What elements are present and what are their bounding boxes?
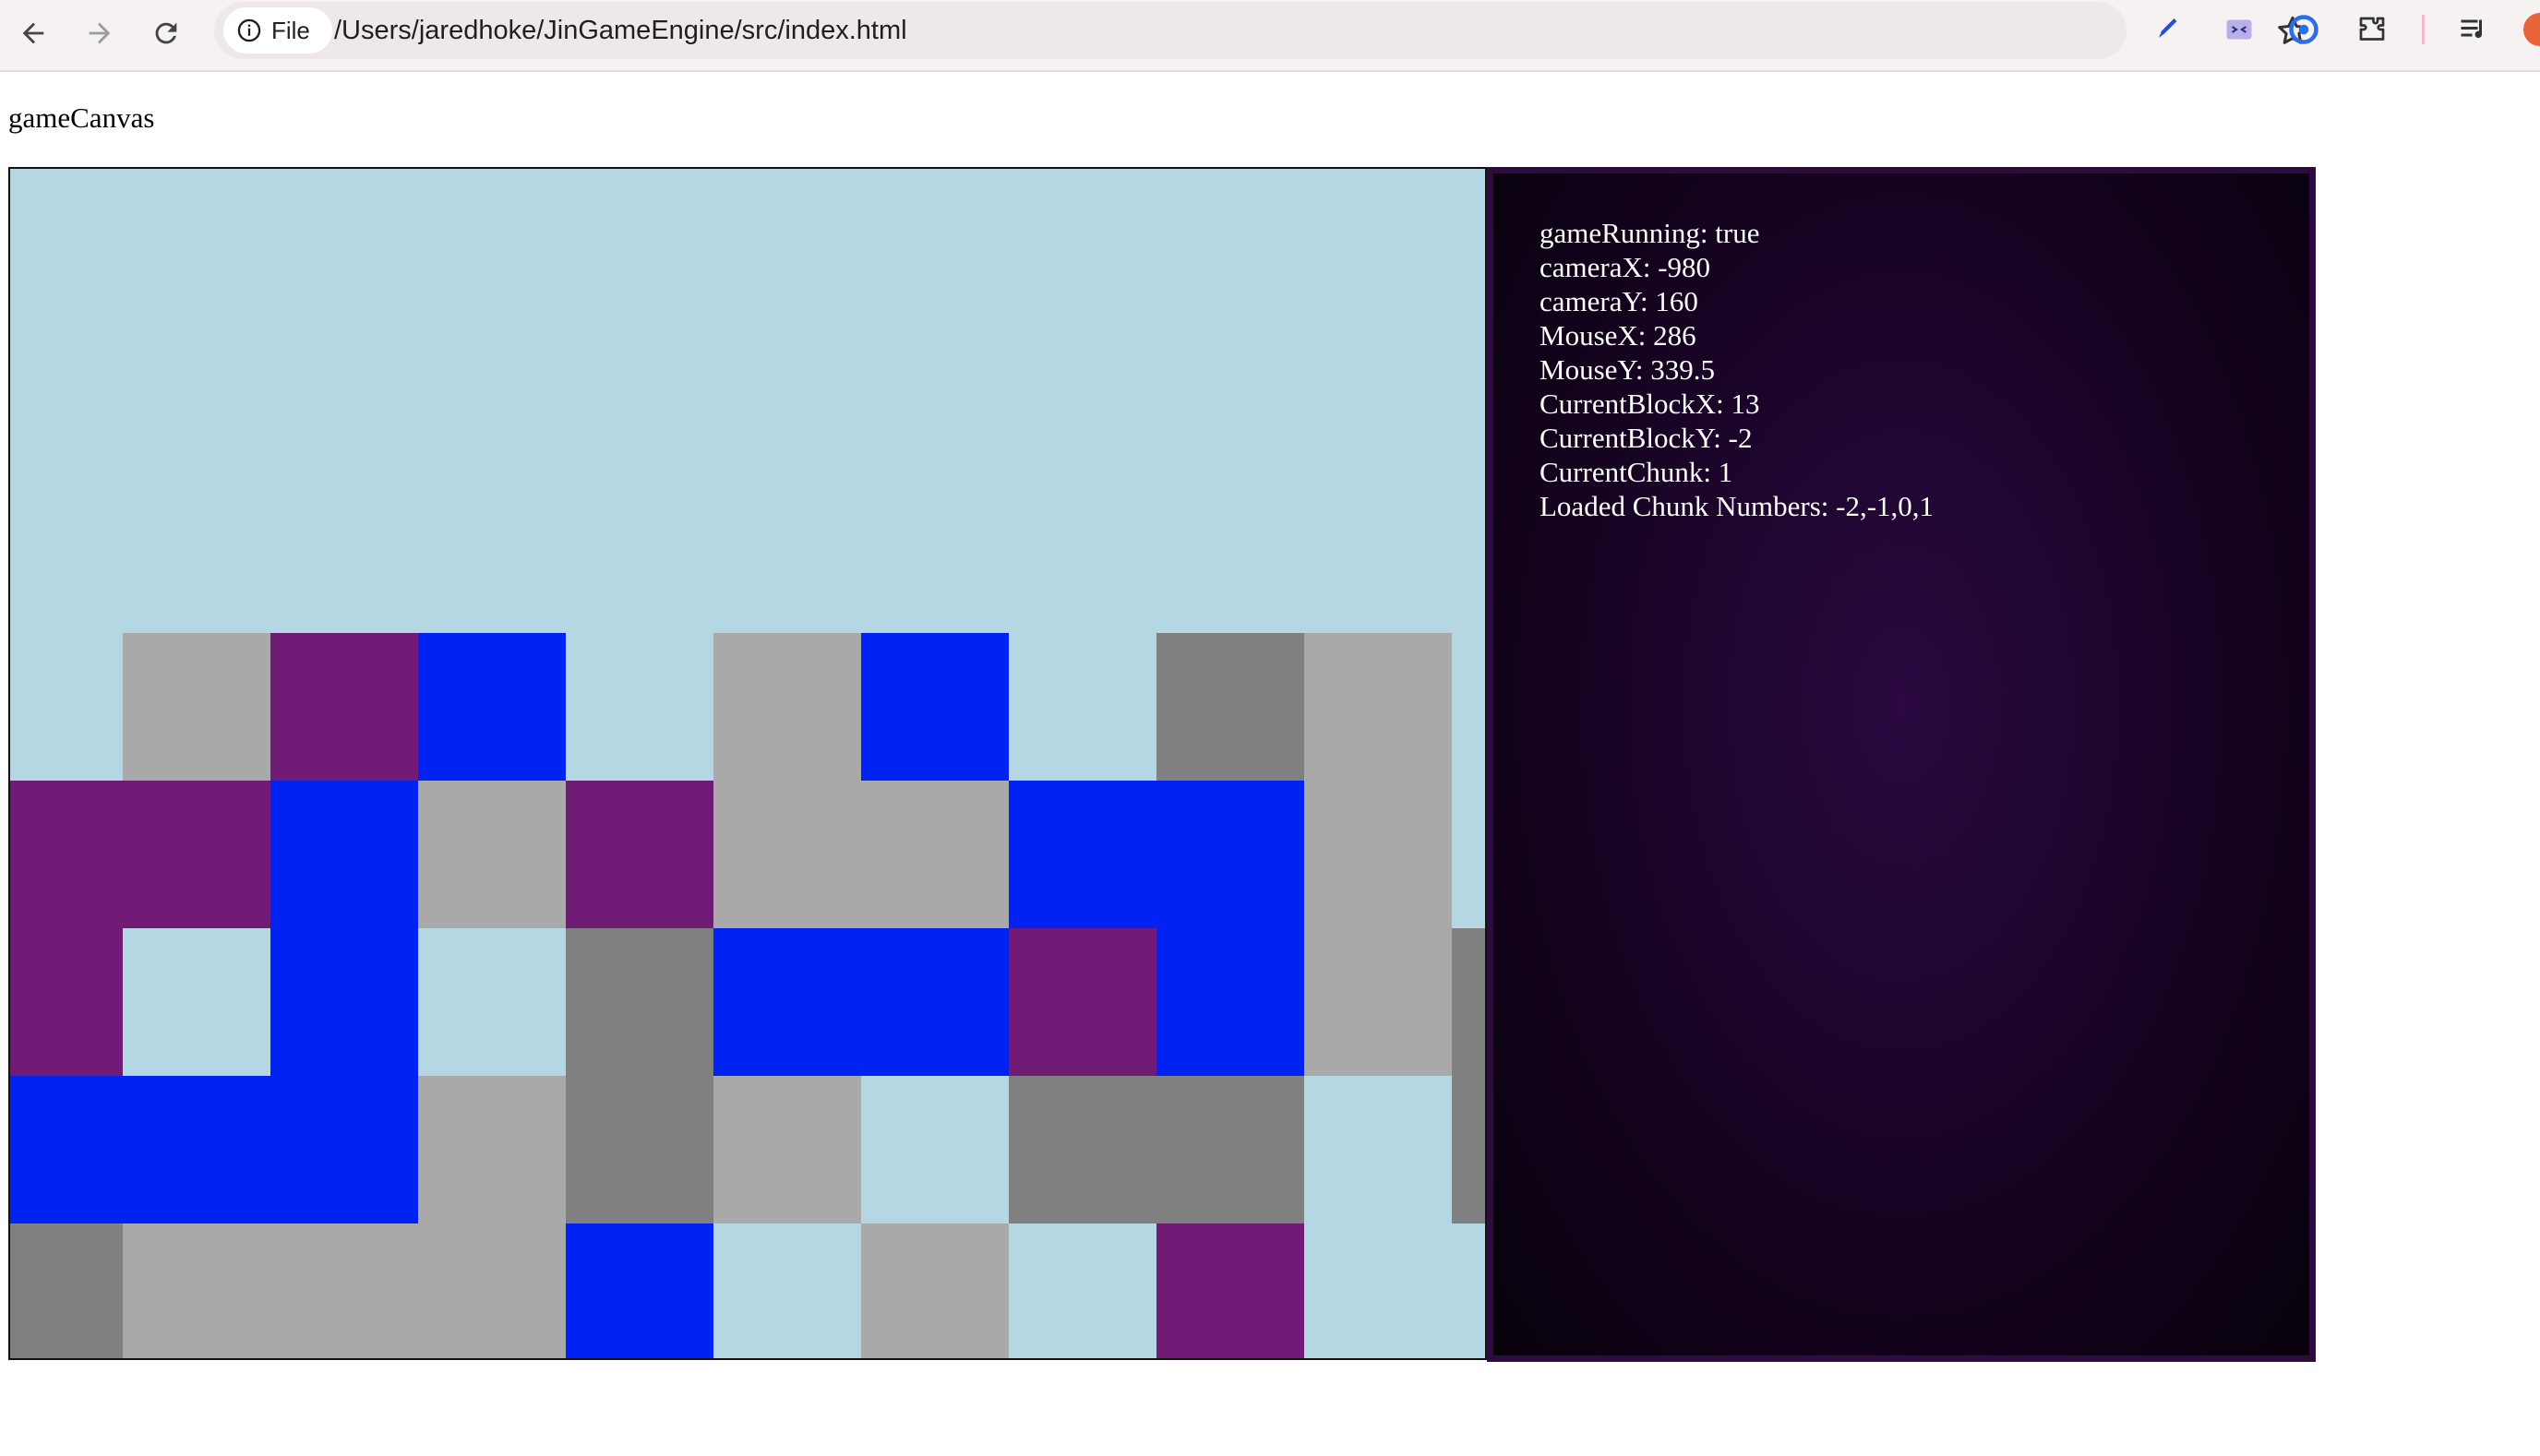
tile-dark-gray <box>566 1076 713 1223</box>
tile-light-gray <box>123 633 270 781</box>
debug-line: CurrentChunk: 1 <box>1540 456 1733 488</box>
tile-light-gray <box>1304 928 1452 1076</box>
tile-purple <box>10 928 123 1076</box>
copilot-extension-icon[interactable] <box>2283 9 2324 50</box>
debug-line: MouseX: 286 <box>1540 319 1696 352</box>
tile-blue <box>123 1076 270 1223</box>
reload-icon <box>155 22 177 44</box>
tile-light-gray <box>713 1076 861 1223</box>
debug-line: cameraX: -980 <box>1540 251 1711 283</box>
tile-light-gray <box>418 1076 566 1223</box>
debug-panel: gameRunning: true cameraX: -980 cameraY: 1… <box>1487 167 2316 1362</box>
tile-purple <box>10 781 123 928</box>
tile-blue <box>861 928 1009 1076</box>
tile-light-gray <box>418 781 566 928</box>
tile-blue <box>1009 781 1156 928</box>
tile-light-gray <box>1304 633 1452 781</box>
tile-blue <box>418 633 566 781</box>
address-bar[interactable]: File /Users/jaredhoke/JinGameEngine/src/… <box>214 2 2307 59</box>
debug-line: MouseY: 339.5 <box>1540 353 1716 386</box>
tile-dark-gray <box>566 928 713 1076</box>
canvas-label: gameCanvas <box>8 101 155 134</box>
tile-light-gray <box>861 1223 1009 1358</box>
back-arrow-icon <box>22 22 44 44</box>
extensions-puzzle-icon[interactable] <box>2352 9 2392 50</box>
tile-light-gray <box>713 633 861 781</box>
tile-blue <box>270 928 418 1076</box>
back-button[interactable] <box>7 7 59 59</box>
tile-purple <box>566 781 713 928</box>
tile-blue <box>1156 781 1304 928</box>
tile-dark-gray <box>1452 1076 1485 1223</box>
tile-blue <box>10 1076 123 1223</box>
tile-blue <box>713 928 861 1076</box>
tile-blue <box>270 781 418 928</box>
tile-blue <box>270 1076 418 1223</box>
tile-dark-gray <box>1156 1076 1304 1223</box>
tile-light-gray <box>418 1223 566 1358</box>
pen-extension-icon[interactable] <box>2147 9 2187 50</box>
forward-arrow-icon <box>89 22 111 44</box>
info-icon <box>237 18 261 42</box>
tile-blue <box>861 633 1009 781</box>
tile-light-gray <box>861 781 1009 928</box>
debug-info-list: gameRunning: true cameraX: -980 cameraY: 1… <box>1540 216 1934 523</box>
debug-line: cameraY: 160 <box>1540 285 1698 317</box>
site-info-chip[interactable]: File <box>223 7 332 54</box>
reload-button[interactable] <box>140 7 192 59</box>
tile-light-gray <box>1304 781 1452 928</box>
forward-button[interactable] <box>74 7 126 59</box>
profile-avatar[interactable] <box>2523 13 2540 46</box>
debug-line: CurrentBlockY: -2 <box>1540 422 1753 454</box>
tile-light-gray <box>123 1223 270 1358</box>
debug-line: CurrentBlockX: 13 <box>1540 388 1760 420</box>
tile-purple <box>123 781 270 928</box>
tile-purple <box>270 633 418 781</box>
tile-dark-gray <box>1009 1076 1156 1223</box>
debug-line: Loaded Chunk Numbers: -2,-1,0,1 <box>1540 490 1935 522</box>
tile-blue <box>1156 928 1304 1076</box>
tile-dark-gray <box>10 1223 123 1358</box>
tile-light-gray <box>713 781 861 928</box>
toolbar-divider <box>2422 15 2425 44</box>
tile-light-gray <box>270 1223 418 1358</box>
site-chip-label: File <box>271 16 310 44</box>
media-playlist-icon[interactable] <box>2453 9 2494 50</box>
tile-purple <box>1009 928 1156 1076</box>
debug-line: gameRunning: true <box>1540 217 1760 249</box>
browser-toolbar: File /Users/jaredhoke/JinGameEngine/src/… <box>0 0 2540 72</box>
tile-dark-gray <box>1156 633 1304 781</box>
cat-extension-icon[interactable] <box>2219 9 2259 50</box>
game-canvas[interactable] <box>8 167 1487 1360</box>
url-text[interactable]: /Users/jaredhoke/JinGameEngine/src/index… <box>334 2 907 59</box>
tile-purple <box>1156 1223 1304 1358</box>
tile-dark-gray <box>1452 928 1485 1076</box>
tile-blue <box>566 1223 713 1358</box>
